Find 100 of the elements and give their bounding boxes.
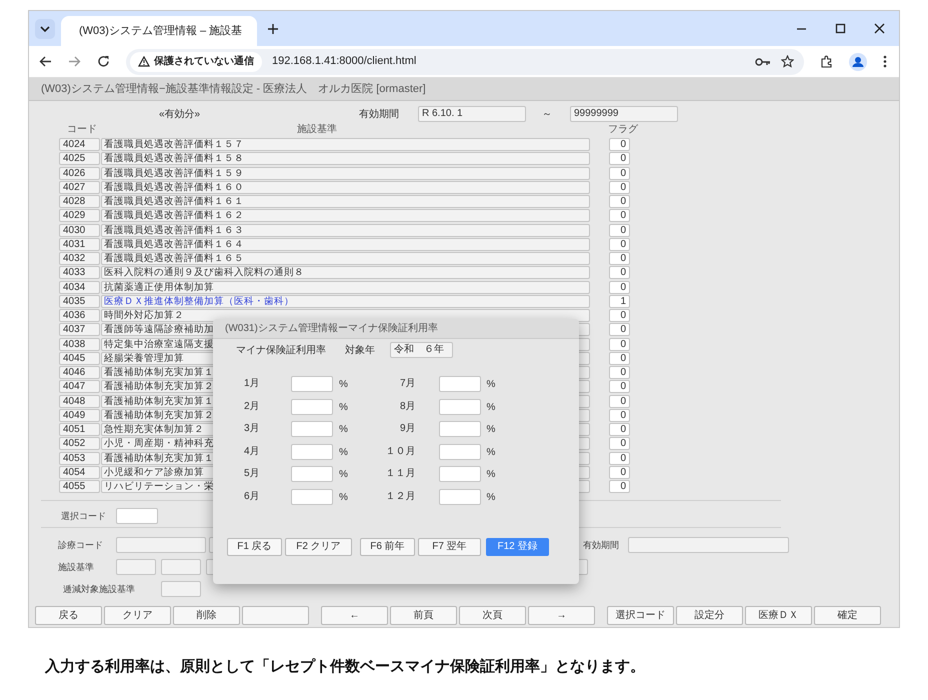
rate-field[interactable]: [438, 466, 480, 482]
caption-text: 入力する利用率は、原則として「レセプト件数ベースマイナ保険証利用率」となります。: [45, 657, 645, 677]
field-label: 診療コード: [58, 538, 104, 552]
profile-icon[interactable]: [849, 52, 867, 70]
tab-list-icon[interactable]: [35, 18, 55, 38]
standard-cell: 看護職員処遇改善評価料１６１: [101, 195, 590, 208]
browser-tab[interactable]: (W03)システム管理情報 – 施設基: [61, 16, 257, 46]
flag-field[interactable]: 0: [609, 437, 630, 450]
treatment-code-field[interactable]: [116, 537, 206, 554]
dialog-button[interactable]: F7 翌年: [418, 538, 481, 556]
footer-button[interactable]: 戻る: [35, 606, 102, 626]
new-tab-icon[interactable]: [267, 22, 279, 34]
input-field[interactable]: [161, 559, 201, 576]
flag-field[interactable]: 0: [609, 138, 630, 151]
standard-cell: 看護職員処遇改善評価料１６０: [101, 180, 590, 194]
rate-field[interactable]: [291, 466, 333, 482]
flag-field[interactable]: 1: [609, 294, 630, 308]
footer-button[interactable]: 選択コード: [607, 606, 674, 626]
footer-button[interactable]: 確定: [814, 606, 881, 626]
flag-field[interactable]: 0: [609, 338, 630, 350]
standard-cell: 看護職員処遇改善評価料１６３: [101, 224, 590, 236]
footer-button[interactable]: →: [528, 606, 595, 626]
rate-field[interactable]: [438, 488, 480, 505]
key-icon[interactable]: [755, 56, 771, 66]
maximize-icon[interactable]: [835, 23, 846, 34]
rate-field[interactable]: [438, 444, 480, 460]
close-icon[interactable]: [874, 23, 885, 34]
footer-button[interactable]: 医療ＤＸ: [745, 606, 812, 626]
code-cell: 4051: [59, 423, 100, 436]
rate-field[interactable]: [438, 421, 480, 438]
footer-button[interactable]: ←: [321, 606, 388, 626]
dialog-button[interactable]: F6 前年: [360, 538, 415, 556]
star-icon[interactable]: [781, 55, 794, 68]
dialog-button[interactable]: F12 登録: [486, 538, 549, 556]
footer-button[interactable]: 前頁: [390, 606, 457, 626]
month-label: 7月: [398, 377, 416, 391]
period-field[interactable]: [628, 537, 789, 554]
rate-field[interactable]: [291, 376, 333, 392]
flag-field[interactable]: 0: [609, 280, 630, 294]
warning-icon[interactable]: [138, 56, 150, 67]
flag-field[interactable]: 0: [609, 209, 630, 222]
flag-field[interactable]: 0: [609, 180, 630, 194]
footer-button[interactable]: 設定分: [676, 606, 743, 626]
back-icon[interactable]: [39, 55, 52, 68]
rate-field[interactable]: [291, 488, 333, 505]
code-cell: 4030: [59, 224, 100, 236]
flag-field[interactable]: 0: [609, 323, 630, 336]
standard-cell: 医療ＤＸ推進体制整備加算（医科・歯科）: [101, 294, 590, 308]
flag-field[interactable]: 0: [609, 152, 630, 166]
standard-cell: 抗菌薬適正使用体制加算: [101, 280, 590, 294]
field-label: 施設基準: [58, 560, 95, 574]
code-cell: 4028: [59, 195, 100, 208]
standard-cell: 看護職員処遇改善評価料１５７: [101, 138, 590, 151]
address-bar[interactable]: 保護されていない通信 192.168.1.41:8000/client.html: [126, 48, 804, 74]
rate-field[interactable]: [291, 421, 333, 438]
reload-icon[interactable]: [97, 55, 110, 68]
flag-field[interactable]: 0: [609, 238, 630, 251]
field-label: 有効期間: [583, 538, 620, 552]
flag-field[interactable]: 0: [609, 366, 630, 379]
input-field[interactable]: [161, 581, 201, 598]
flag-field[interactable]: 0: [609, 166, 630, 180]
forward-icon[interactable]: [68, 55, 81, 68]
dialog-button[interactable]: F1 戻る: [227, 538, 282, 556]
flag-field[interactable]: 0: [609, 352, 630, 365]
flag-field[interactable]: 0: [609, 480, 630, 493]
code-cell: 4054: [59, 466, 100, 479]
rate-field[interactable]: [291, 444, 333, 460]
flag-field[interactable]: 0: [609, 266, 630, 280]
filter-label: «有効分»: [159, 108, 202, 122]
flag-field[interactable]: 0: [609, 394, 630, 408]
flag-field[interactable]: 0: [609, 380, 630, 394]
start-date-field[interactable]: R 6.10. 1: [418, 106, 526, 122]
flag-field[interactable]: 0: [609, 252, 630, 265]
footer-button[interactable]: 次頁: [459, 606, 526, 626]
input-field[interactable]: [116, 559, 156, 576]
end-date-field[interactable]: 99999999: [570, 106, 678, 122]
dialog-button[interactable]: F2 クリア: [285, 538, 352, 556]
flag-field[interactable]: 0: [609, 423, 630, 436]
security-chip[interactable]: 保護されていない通信: [130, 52, 262, 72]
flag-field[interactable]: 0: [609, 452, 630, 464]
flag-field[interactable]: 0: [609, 309, 630, 322]
flag-field[interactable]: 0: [609, 466, 630, 479]
rate-field[interactable]: [291, 398, 333, 415]
percent-unit: %: [339, 423, 348, 438]
flag-field[interactable]: 0: [609, 408, 630, 422]
footer-button[interactable]: 削除: [173, 606, 240, 626]
extensions-icon[interactable]: [820, 55, 833, 68]
year-field[interactable]: 令和 ６年: [390, 342, 453, 358]
code-cell: 4024: [59, 138, 100, 151]
footer-button[interactable]: [242, 606, 309, 626]
footer-button[interactable]: クリア: [104, 606, 171, 626]
flag-field[interactable]: 0: [609, 224, 630, 236]
menu-icon[interactable]: [883, 55, 887, 68]
column-header: 施設基準: [297, 122, 338, 136]
code-cell: 4031: [59, 238, 100, 251]
standard-cell: 看護職員処遇改善評価料１６２: [101, 209, 590, 222]
select-code-field[interactable]: [116, 508, 158, 524]
flag-field[interactable]: 0: [609, 195, 630, 208]
rate-field[interactable]: [438, 398, 480, 415]
rate-field[interactable]: [438, 376, 480, 392]
